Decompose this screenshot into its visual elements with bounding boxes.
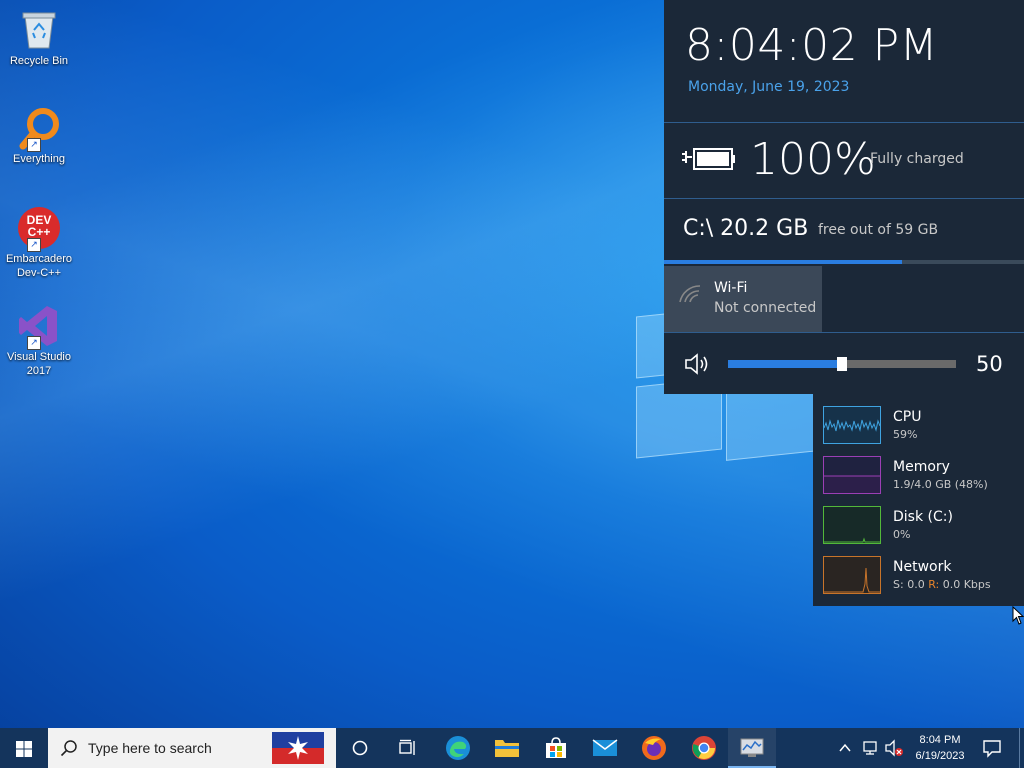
taskbar-time: 8:04 PM xyxy=(919,734,961,746)
visual-studio-icon: ↗ xyxy=(17,304,61,350)
dev-cpp-logo-text: DEV C++ xyxy=(26,213,52,239)
shortcut-arrow-icon: ↗ xyxy=(27,336,41,350)
perf-cpu[interactable]: CPU 59% xyxy=(813,400,1024,450)
chrome-icon xyxy=(692,736,716,760)
edge-icon xyxy=(446,736,470,760)
search-placeholder: Type here to search xyxy=(88,740,212,756)
resource-monitor-app-icon xyxy=(740,738,764,757)
perf-value: S: 0.0 R: 0.0 Kbps xyxy=(893,578,991,591)
perf-value: 1.9/4.0 GB (48%) xyxy=(893,478,988,491)
task-view-button[interactable] xyxy=(384,728,432,768)
system-flyout: 8:04:02 PM Monday, June 19, 2023 100% Fu… xyxy=(664,0,1024,394)
store-icon xyxy=(546,737,566,758)
taskbar-edge[interactable] xyxy=(434,728,482,768)
battery-icon xyxy=(680,146,736,176)
drive-label: C:\ 20.2 GB xyxy=(683,216,809,241)
perf-title: Disk (C:) xyxy=(893,509,953,525)
clock-time: 8:04:02 PM xyxy=(685,20,939,71)
desktop-icon-label: Recycle Bin xyxy=(9,55,69,67)
desktop-icon-label: Everything xyxy=(13,153,65,165)
mouse-cursor-icon xyxy=(1012,605,1024,630)
perf-title: Memory xyxy=(893,459,950,475)
drive-usage-bar xyxy=(664,260,1024,264)
taskbar-clock[interactable]: 8:04 PM 6/19/2023 xyxy=(900,732,980,764)
volume-value: 50 xyxy=(976,352,1003,376)
memory-graph xyxy=(823,456,881,494)
network-tray-icon[interactable] xyxy=(862,740,880,760)
recycle-bin-icon xyxy=(17,8,61,52)
net-send-value: 0.0 xyxy=(907,578,925,591)
show-desktop-button[interactable] xyxy=(1019,728,1024,768)
perf-value: 59% xyxy=(893,428,918,441)
drive-free-text: free out of 59 GB xyxy=(818,222,939,238)
desktop-icon-recycle-bin[interactable]: Recycle Bin xyxy=(4,8,74,68)
taskbar-file-explorer[interactable] xyxy=(483,728,531,768)
desktop-icon-label: Visual Studio 2017 xyxy=(6,351,71,377)
net-send-label: S: xyxy=(893,578,904,591)
shortcut-arrow-icon: ↗ xyxy=(27,138,41,152)
search-icon xyxy=(60,740,77,757)
taskbar-app-active[interactable] xyxy=(728,728,776,768)
wifi-status: Not connected xyxy=(714,300,817,316)
firefox-icon xyxy=(642,736,666,760)
desktop-icon-label: Embarcadero Dev-C++ xyxy=(5,253,73,279)
perf-disk[interactable]: Disk (C:) 0% xyxy=(813,500,1024,550)
taskbar: Type here to search 8:04 PM 6/19/2023 xyxy=(0,728,1024,768)
folder-icon xyxy=(495,740,519,757)
cpu-graph xyxy=(823,406,881,444)
dev-cpp-icon: DEV C++ ↗ xyxy=(17,206,61,252)
network-graph xyxy=(823,556,881,594)
taskbar-firefox[interactable] xyxy=(630,728,678,768)
shortcut-arrow-icon: ↗ xyxy=(27,238,41,252)
perf-title: Network xyxy=(893,559,952,575)
start-button[interactable] xyxy=(0,728,48,768)
taskbar-store[interactable] xyxy=(532,728,580,768)
net-recv-value: 0.0 Kbps xyxy=(942,578,991,591)
net-recv-label: R: xyxy=(928,578,940,591)
cortana-circle-icon xyxy=(352,740,368,756)
speaker-icon[interactable] xyxy=(684,352,712,380)
wifi-title: Wi-Fi xyxy=(714,280,748,296)
taskbar-mail[interactable] xyxy=(581,728,629,768)
wifi-icon xyxy=(678,282,702,310)
performance-panel: CPU 59% Memory 1.9/4.0 GB (48%) Disk (C:… xyxy=(813,394,1024,606)
everything-search-icon: ↗ xyxy=(17,106,61,152)
volume-slider-thumb[interactable] xyxy=(837,357,847,371)
taskbar-search-box[interactable]: Type here to search xyxy=(48,728,336,768)
windows-start-icon xyxy=(16,741,32,757)
notification-center-icon[interactable] xyxy=(982,738,1002,762)
desktop-icon-visual-studio[interactable]: ↗ Visual Studio 2017 xyxy=(4,304,74,378)
battery-percent: 100% xyxy=(750,134,876,185)
perf-value: 0% xyxy=(893,528,911,541)
show-hidden-icons-chevron-icon[interactable] xyxy=(838,740,852,759)
search-highlight-flag-icon xyxy=(272,732,324,764)
volume-slider[interactable] xyxy=(728,357,956,371)
perf-title: CPU xyxy=(893,409,922,425)
disk-graph xyxy=(823,506,881,544)
mail-icon xyxy=(592,739,618,756)
taskbar-chrome[interactable] xyxy=(680,728,728,768)
desktop-icon-everything[interactable]: ↗ Everything xyxy=(4,106,74,166)
perf-network[interactable]: Network S: 0.0 R: 0.0 Kbps xyxy=(813,550,1024,600)
clock-date: Monday, June 19, 2023 xyxy=(688,79,850,95)
battery-status: Fully charged xyxy=(870,151,964,167)
cortana-button[interactable] xyxy=(336,728,384,768)
taskbar-date: 6/19/2023 xyxy=(915,750,965,762)
perf-memory[interactable]: Memory 1.9/4.0 GB (48%) xyxy=(813,450,1024,500)
desktop-icon-dev-cpp[interactable]: DEV C++ ↗ Embarcadero Dev-C++ xyxy=(4,206,74,280)
task-view-icon xyxy=(399,739,415,755)
